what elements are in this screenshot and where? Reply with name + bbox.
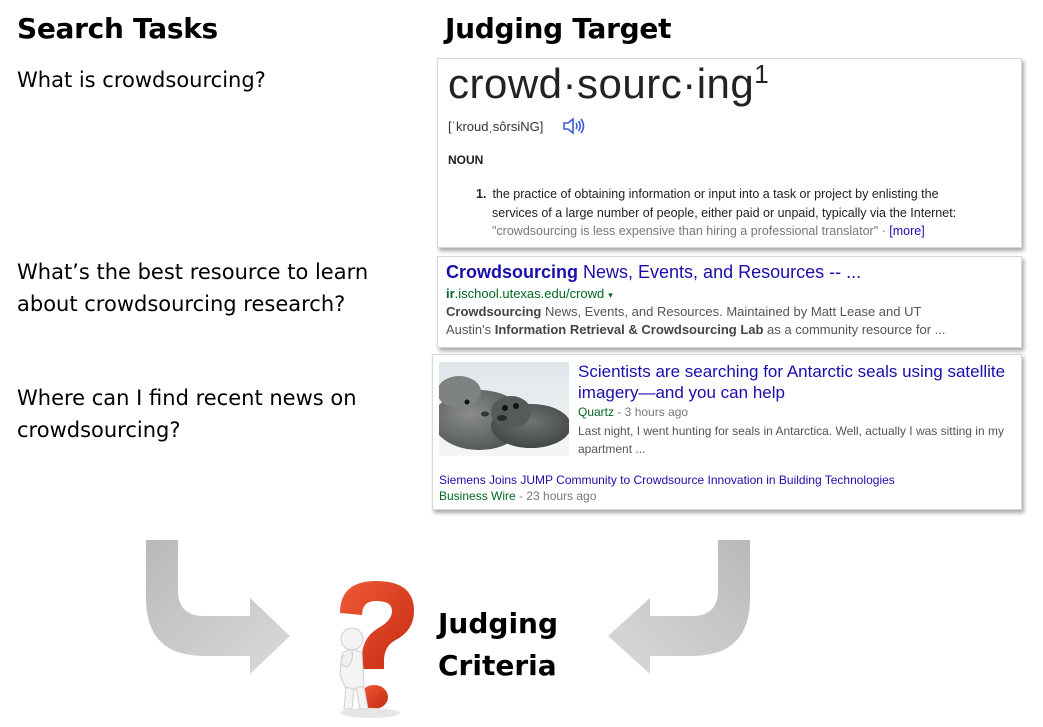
- task-item: What’s the best resource to learn about …: [17, 260, 369, 316]
- news-source: Business Wire - 23 hours ago: [439, 489, 597, 503]
- definition: 1. the practice of obtaining information …: [476, 185, 1016, 241]
- seal-photo[interactable]: [439, 362, 569, 456]
- result-url: ir.ischool.utexas.edu/crowd ▾: [446, 286, 613, 301]
- criteria-line: Criteria: [438, 649, 557, 682]
- judging-criteria-label: Judging Criteria: [438, 603, 558, 687]
- definition-text: the practice of obtaining information or…: [492, 187, 939, 201]
- dictionary-card: crowd·sourc·ing1 [ˈkroudˌsôrsiNG] NOUN 1…: [437, 58, 1022, 248]
- news-snippet: Last night, I went hunting for seals in …: [578, 424, 1004, 456]
- speaker-icon[interactable]: [562, 115, 586, 137]
- right-curved-arrow: [608, 540, 750, 674]
- chevron-down-icon[interactable]: ▾: [608, 290, 613, 300]
- result-snippet: Crowdsourcing News, Events, and Resource…: [446, 304, 946, 337]
- criteria-line: Judging: [438, 607, 559, 640]
- task-item: Where can I find recent news on crowdsou…: [17, 386, 357, 442]
- part-of-speech: NOUN: [448, 153, 484, 167]
- pronunciation: [ˈkroudˌsôrsiNG]: [448, 119, 544, 134]
- news-source: Quartz - 3 hours ago: [578, 405, 689, 419]
- news-card: Scientists are searching for Antarctic s…: [432, 354, 1022, 510]
- dictionary-word: crowd·sourc·ing1: [448, 59, 770, 107]
- question-mark-figure-icon: [339, 581, 414, 718]
- search-tasks-heading: Search Tasks: [17, 12, 218, 45]
- definition-example: "crowdsourcing is less expensive than hi…: [492, 224, 879, 238]
- definition-number: 1.: [476, 187, 487, 201]
- news-headline-link[interactable]: Siemens Joins JUMP Community to Crowdsou…: [439, 473, 895, 487]
- separator: ·: [878, 224, 890, 238]
- result-title-link[interactable]: Crowdsourcing News, Events, and Resource…: [446, 262, 861, 283]
- news-headline-link[interactable]: Scientists are searching for Antarctic s…: [578, 361, 1018, 403]
- search-result-card: Crowdsourcing News, Events, and Resource…: [437, 256, 1022, 348]
- more-link[interactable]: [more]: [889, 224, 924, 238]
- left-curved-arrow: [146, 540, 290, 674]
- task-item: What is crowdsourcing?: [17, 68, 266, 92]
- definition-text: services of a large number of people, ei…: [492, 205, 957, 220]
- judging-target-heading: Judging Target: [445, 12, 672, 45]
